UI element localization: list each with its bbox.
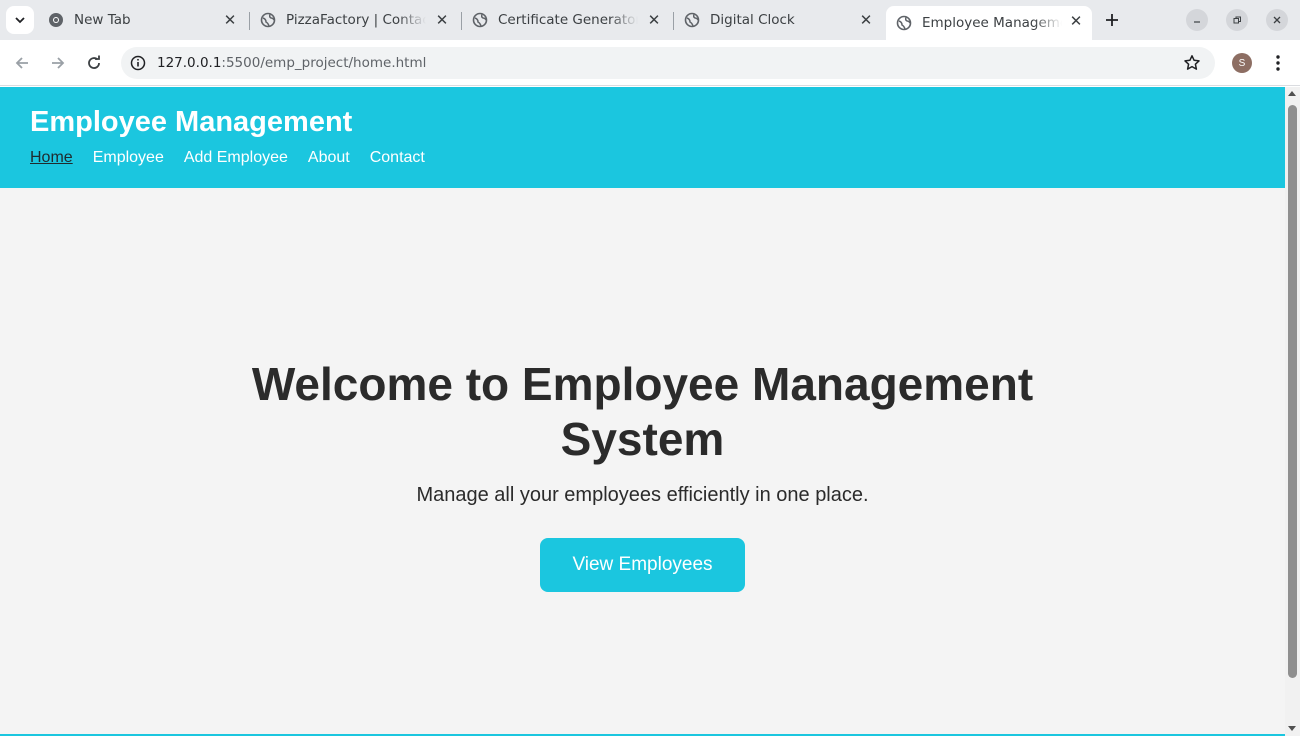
globe-icon	[896, 15, 912, 31]
url-text[interactable]: 127.0.0.1:5500/emp_project/home.html	[157, 55, 426, 71]
new-tab-button[interactable]	[1099, 7, 1125, 33]
url-host: 127.0.0.1	[157, 55, 222, 71]
close-icon[interactable]: ✕	[222, 12, 238, 29]
chrome-icon	[48, 12, 64, 28]
page-viewport: Employee Management Home Employee Add Em…	[0, 87, 1285, 736]
arrow-left-icon	[15, 57, 28, 69]
site-info-icon[interactable]	[129, 54, 147, 72]
tab-title: New Tab	[74, 12, 131, 28]
plus-icon	[1106, 14, 1118, 26]
restore-icon	[1233, 16, 1241, 24]
tab-title: Certificate Generator	[498, 12, 638, 28]
reload-icon	[88, 55, 100, 69]
scroll-down-arrow[interactable]	[1288, 726, 1296, 731]
tab-title: Digital Clock	[710, 12, 795, 28]
address-bar[interactable]: 127.0.0.1:5500/emp_project/home.html	[121, 47, 1215, 79]
scroll-thumb[interactable]	[1288, 105, 1297, 678]
chevron-down-icon	[15, 17, 25, 24]
tab-pizzafactory[interactable]: PizzaFactory | Contact ✕	[250, 5, 458, 35]
browser-toolbar: 127.0.0.1:5500/emp_project/home.html	[0, 40, 1300, 86]
close-icon[interactable]: ✕	[858, 12, 874, 29]
tab-new-tab[interactable]: New Tab ✕	[38, 5, 246, 35]
restore-button[interactable]	[1226, 9, 1248, 31]
nav-employee-link[interactable]: Employee	[93, 149, 164, 167]
tab-search-button[interactable]	[6, 6, 34, 34]
url-path: :5500/emp_project/home.html	[221, 55, 427, 71]
nav-home-link[interactable]: Home	[30, 149, 73, 167]
forward-button[interactable]	[46, 51, 70, 75]
globe-icon	[684, 12, 700, 28]
globe-icon	[472, 12, 488, 28]
profile-avatar[interactable]: S	[1232, 53, 1252, 73]
more-vert-icon	[1276, 55, 1280, 71]
close-icon[interactable]: ✕	[1068, 13, 1084, 30]
tab-title: PizzaFactory | Contact	[286, 12, 426, 28]
minimize-button[interactable]	[1186, 9, 1208, 31]
tab-certificate-generator[interactable]: Certificate Generator ✕	[462, 5, 670, 35]
view-employees-button[interactable]: View Employees	[540, 538, 745, 592]
scroll-up-arrow[interactable]	[1288, 91, 1296, 96]
back-button[interactable]	[10, 51, 34, 75]
browser-menu-button[interactable]	[1268, 51, 1288, 75]
close-window-button[interactable]	[1266, 9, 1288, 31]
close-icon[interactable]: ✕	[646, 12, 662, 29]
minimize-icon	[1194, 21, 1200, 23]
nav-contact-link[interactable]: Contact	[370, 149, 425, 167]
hero-subtitle: Manage all your employees efficiently in…	[416, 484, 869, 506]
tab-title: Employee Management	[922, 15, 1062, 31]
arrow-right-icon	[52, 57, 65, 69]
page-scrollbar[interactable]	[1285, 87, 1300, 736]
hero-heading: Welcome to Employee Management System	[251, 358, 1034, 465]
close-icon[interactable]: ✕	[434, 12, 450, 29]
tab-digital-clock[interactable]: Digital Clock ✕	[674, 5, 882, 35]
tab-strip: New Tab ✕ PizzaFactory | Contact ✕ Certi…	[0, 0, 1300, 40]
reload-button[interactable]	[82, 51, 106, 75]
nav-add-employee-link[interactable]: Add Employee	[184, 149, 288, 167]
site-title: Employee Management	[30, 106, 353, 138]
site-nav: Home Employee Add Employee About Contact	[30, 149, 425, 167]
bookmark-star-icon[interactable]	[1183, 54, 1201, 72]
tab-employee-management[interactable]: Employee Management ✕	[886, 6, 1092, 40]
close-icon	[1273, 16, 1281, 24]
globe-icon	[260, 12, 276, 28]
site-header: Employee Management Home Employee Add Em…	[0, 87, 1285, 188]
nav-about-link[interactable]: About	[308, 149, 350, 167]
hero-section: Welcome to Employee Management System Ma…	[0, 357, 1285, 592]
